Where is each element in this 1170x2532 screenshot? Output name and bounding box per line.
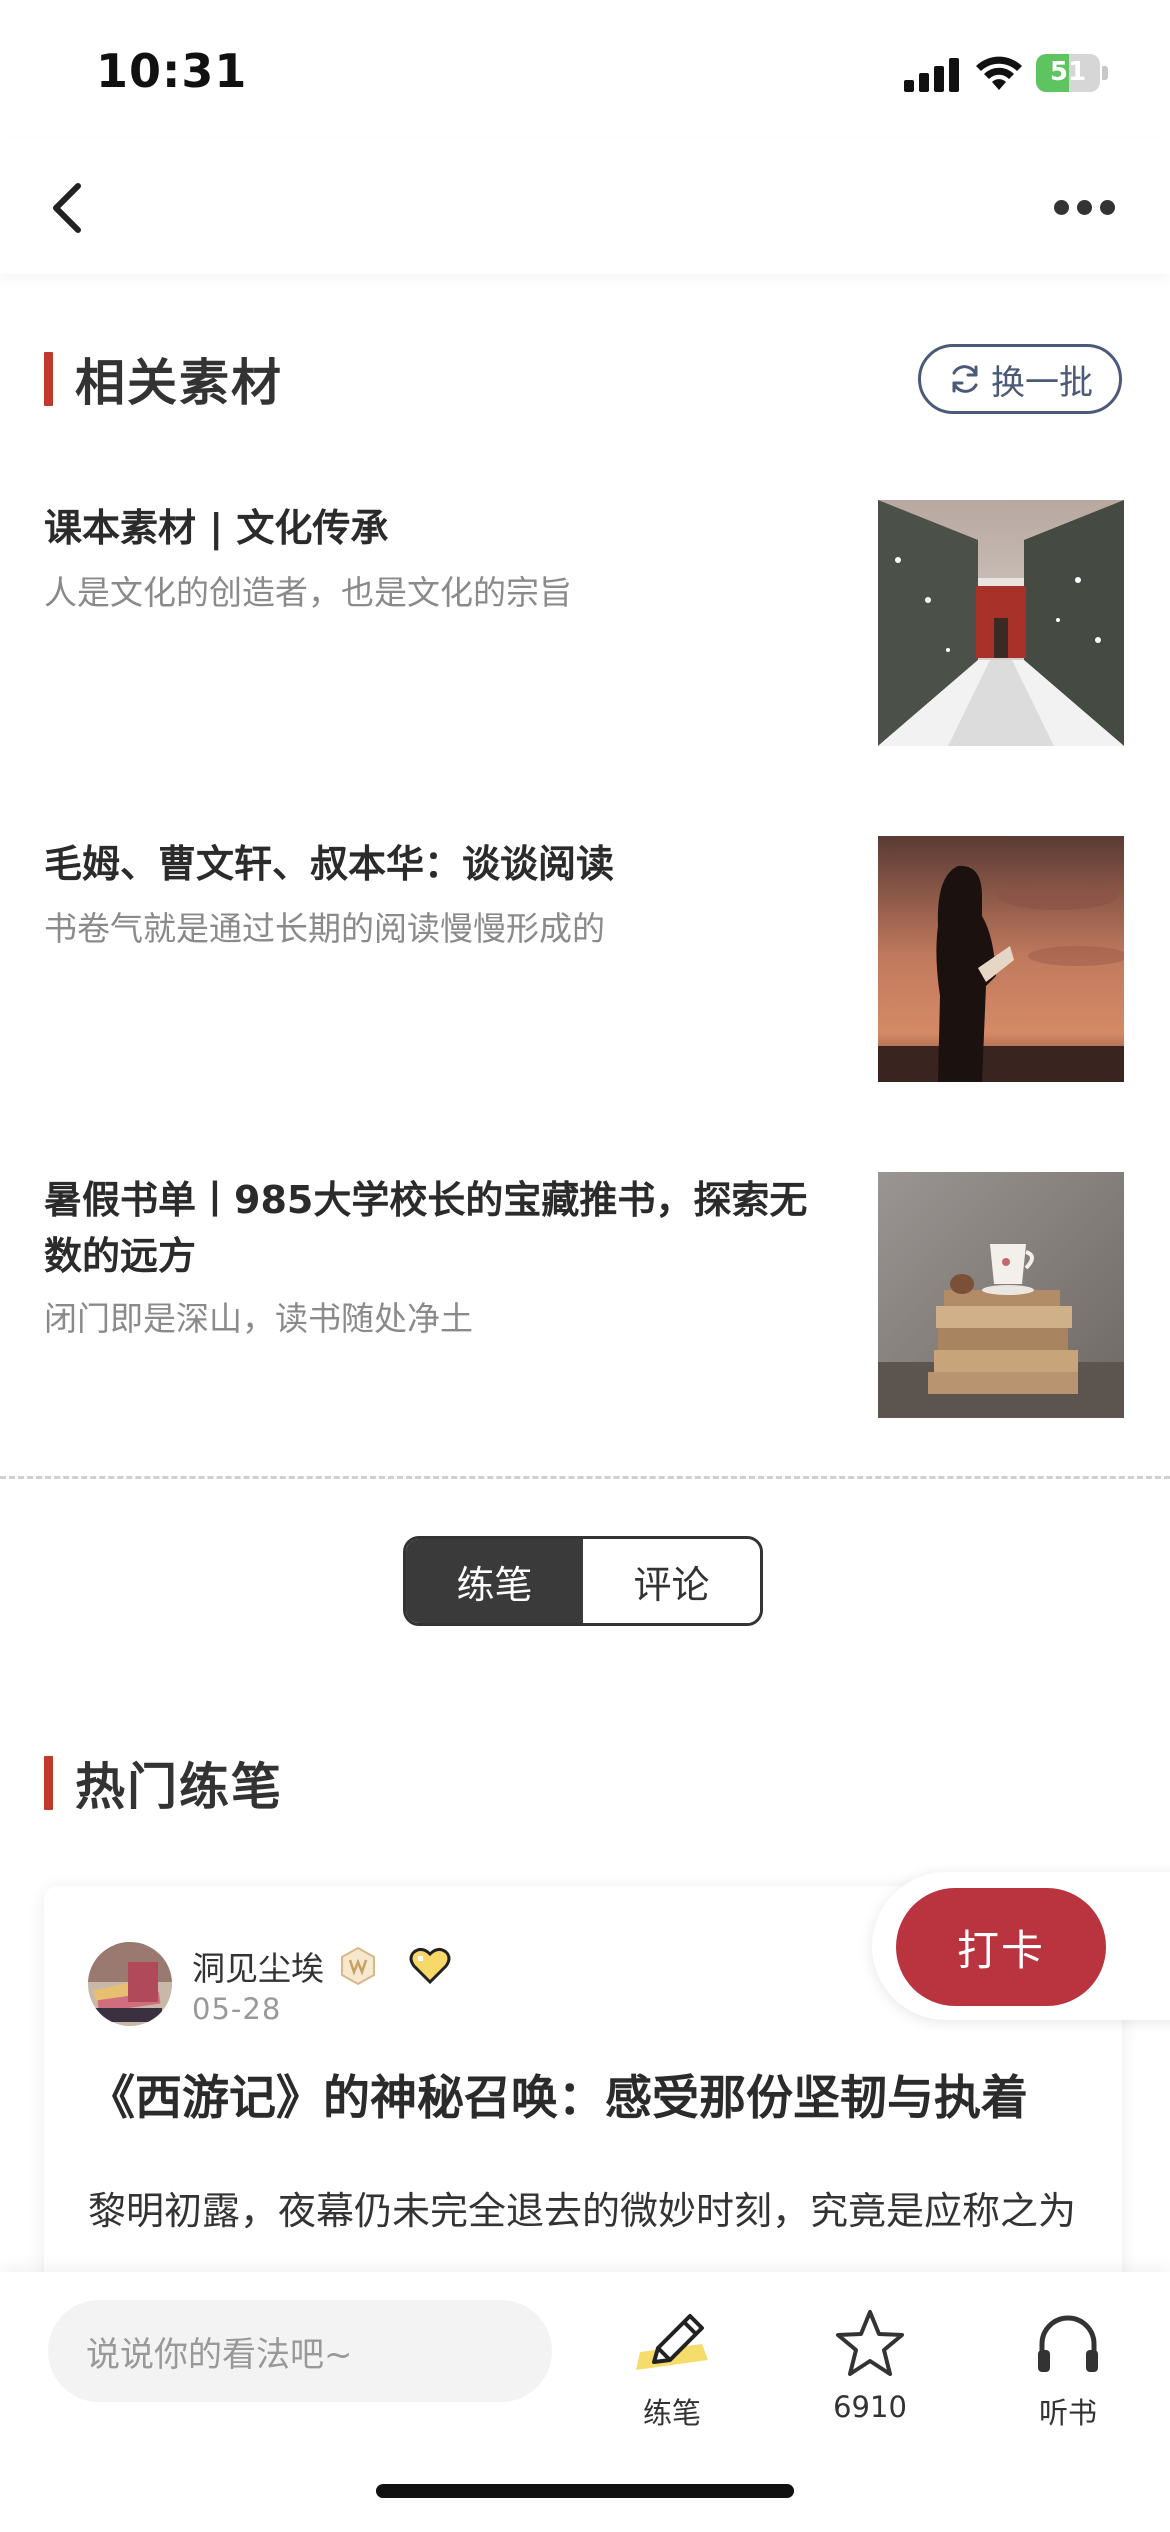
status-time: 10:31 [96,44,248,98]
material-title: 课本素材 | 文化传承 [44,506,389,550]
post-title[interactable]: 《西游记》的神秘召唤：感受那份坚韧与执着 [88,2064,1088,2134]
heart-badge-icon [409,1947,451,1985]
level-badge-icon [341,1946,375,1986]
tab-practice[interactable]: 练笔 [406,1539,583,1623]
chevron-left-icon[interactable] [40,176,100,240]
comment-input[interactable]: 说说你的看法吧~ [48,2300,552,2402]
favorite-button[interactable]: 6910 [800,2296,940,2426]
listen-book-button[interactable]: 听书 [998,2296,1138,2430]
headphones-icon [1038,2315,1098,2372]
section-divider [0,1476,1170,1479]
material-item-3[interactable]: 暑假书单丨985大学校长的宝藏推书，探索无数的远方 闭门即是深山，读书随处净土 [44,1172,1124,1418]
checkin-button[interactable]: 打卡 [896,1888,1106,2006]
author-name[interactable]: 洞见尘埃 [192,1942,324,1990]
avatar[interactable] [88,1942,172,2026]
star-icon [836,2310,904,2376]
material-desc: 闭门即是深山，读书随处净土 [44,1299,473,1338]
tab-comments[interactable]: 评论 [583,1539,760,1623]
material-thumbnail-snowy-gate [878,500,1124,746]
material-title: 暑假书单丨985大学校长的宝藏推书，探索无数的远方 [44,1178,808,1278]
material-desc: 人是文化的创造者，也是文化的宗旨 [44,573,572,612]
top-nav [0,140,1170,274]
checkin-floating-panel: 打卡 [872,1872,1170,2020]
related-section-title: 相关素材 [44,348,283,412]
material-desc: 书卷气就是通过长期的阅读慢慢形成的 [44,909,605,948]
practice-comments-toggle: 练笔 评论 [403,1536,763,1626]
refresh-icon [952,365,978,393]
related-title-text: 相关素材 [75,353,283,412]
post-date: 05-28 [192,1992,282,2026]
home-indicator[interactable] [376,2484,794,2498]
material-title: 毛姆、曹文轩、叔本华：谈谈阅读 [44,842,615,886]
material-thumbnail-reading-silhouette [878,836,1124,1082]
hot-section-title: 热门练笔 [44,1752,283,1816]
practice-tool-label: 练笔 [642,2396,701,2430]
practice-tool-button[interactable]: 练笔 [602,2296,742,2430]
listen-book-label: 听书 [1038,2396,1097,2430]
status-bar: 10:31 51 [0,0,1170,140]
more-dots-icon[interactable] [1050,190,1120,226]
material-item-2[interactable]: 毛姆、曹文轩、叔本华：谈谈阅读 书卷气就是通过长期的阅读慢慢形成的 [44,836,1124,1082]
section-accent-bar [44,1756,53,1810]
app-screen: 10:31 51 相关素材 换一批 课本素材 | 文化传承 人是文化的创造者，也… [0,0,1170,2532]
post-body: 黎明初露，夜幕仍未完全退去的微妙时刻，究竟是应称之为 [88,2189,1077,2233]
wifi-icon [976,56,1022,90]
cellular-signal-icon [904,58,960,92]
material-thumbnail-books-teacup [878,1172,1124,1418]
refresh-label: 换一批 [991,362,1093,403]
battery-percent: 51 [1049,57,1087,87]
pencil-icon [636,2314,708,2370]
post-author: 洞见尘埃 [192,1942,452,1990]
section-accent-bar [44,352,53,406]
material-item-1[interactable]: 课本素材 | 文化传承 人是文化的创造者，也是文化的宗旨 [44,500,1124,746]
hot-title-text: 热门练笔 [75,1757,283,1816]
battery-icon: 51 [1036,54,1108,92]
refresh-batch-button[interactable]: 换一批 [918,344,1122,414]
favorite-count: 6910 [833,2390,907,2424]
